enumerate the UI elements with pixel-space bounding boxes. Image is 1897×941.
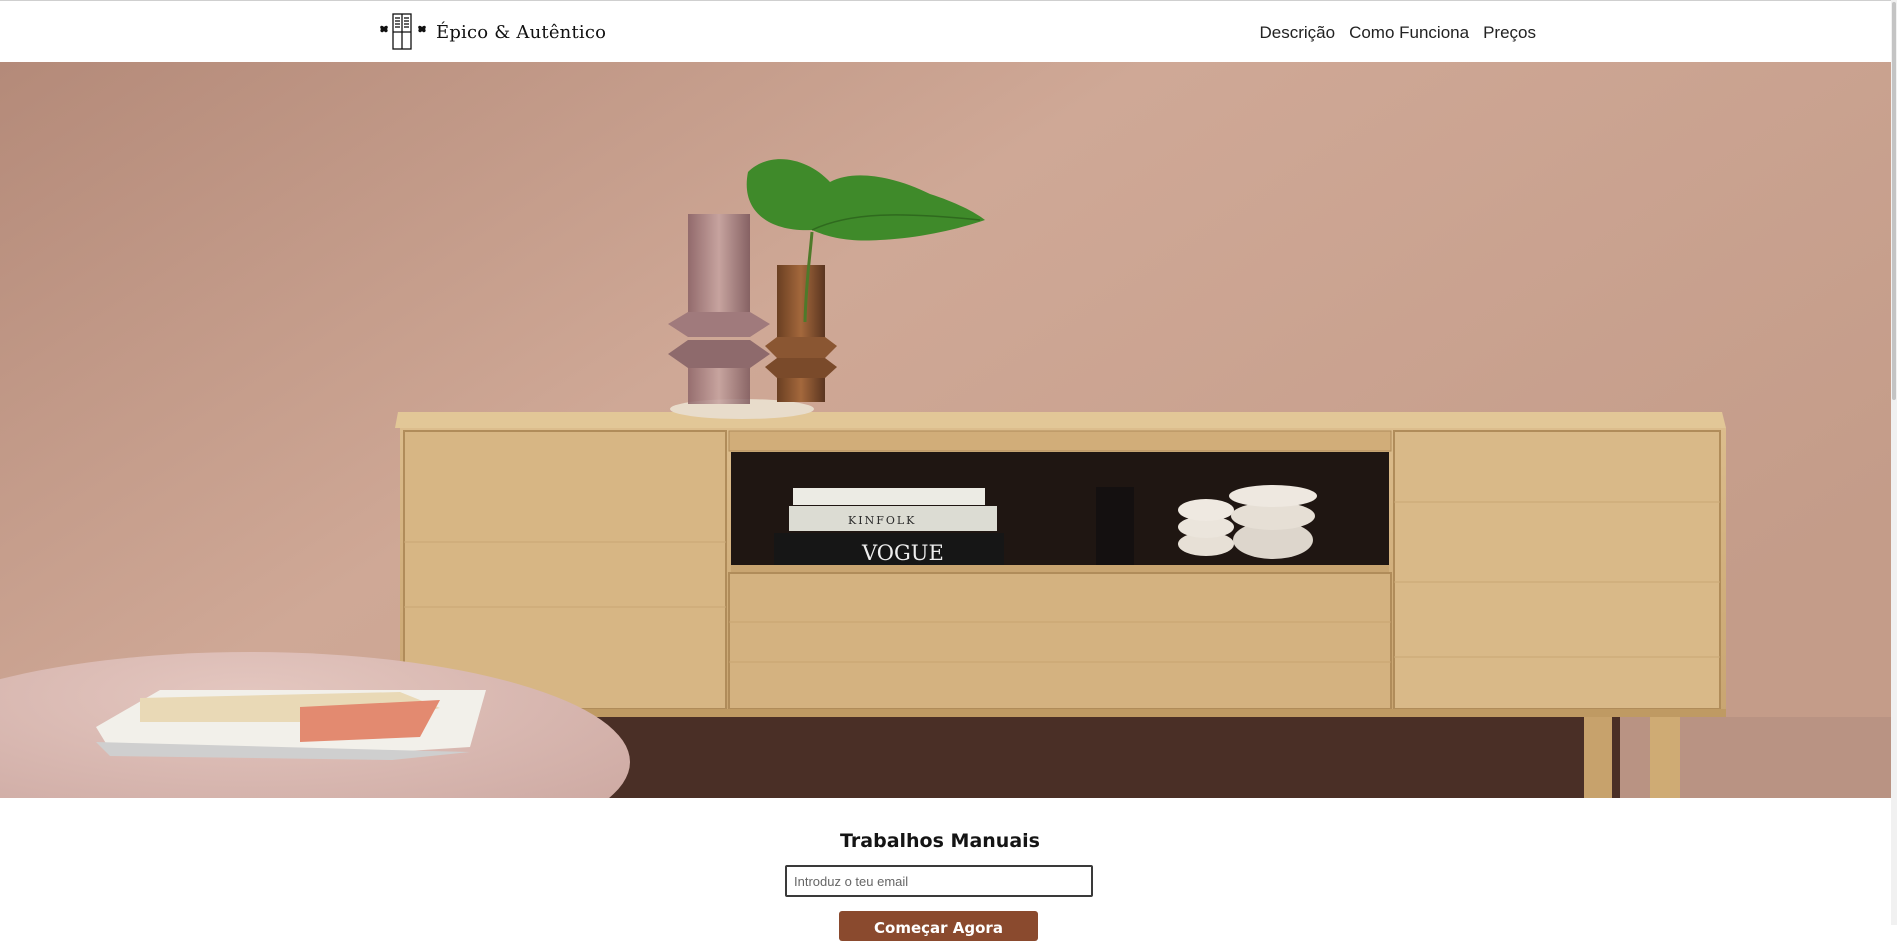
book-title-kinfolk: KINFOLK [848, 514, 916, 527]
brand-logo[interactable]: Épico & Autêntico [376, 13, 606, 51]
sideboard-right-door [1393, 430, 1721, 710]
bowl [1229, 485, 1317, 507]
sideboard-leg [1584, 712, 1612, 798]
start-button[interactable]: Começar Agora [839, 911, 1038, 941]
sideboard-hero-photo: KINFOLK VOGUE [0, 62, 1891, 798]
nav-link-precos[interactable]: Preços [1483, 23, 1536, 43]
hero-image: KINFOLK VOGUE [0, 62, 1891, 798]
vertical-scrollbar[interactable] [1891, 0, 1897, 925]
book-title-vogue: VOGUE [861, 541, 944, 565]
wardrobe-logo-icon [380, 13, 426, 50]
brand-name: Épico & Autêntico [436, 21, 607, 43]
nav-link-descricao[interactable]: Descrição [1259, 23, 1335, 43]
sideboard-leg [1650, 712, 1680, 798]
book [793, 488, 985, 505]
sideboard-left-door [403, 430, 727, 710]
magazine [96, 690, 486, 760]
sideboard-drawer [728, 572, 1392, 710]
signup-title: Trabalhos Manuais [840, 830, 1040, 852]
main-nav: Descrição Como Funciona Preços [1259, 23, 1536, 43]
scrollbar-thumb[interactable] [1892, 2, 1896, 400]
email-input[interactable] [785, 865, 1093, 897]
nav-link-como-funciona[interactable]: Como Funciona [1349, 23, 1469, 43]
bowl [1178, 499, 1234, 521]
signup-section: Trabalhos Manuais Começar Agora [0, 798, 1891, 941]
page: Épico & Autêntico Descrição Como Funcion… [0, 0, 1891, 941]
site-header: Épico & Autêntico Descrição Como Funcion… [0, 1, 1891, 62]
sideboard-top [395, 412, 1726, 428]
